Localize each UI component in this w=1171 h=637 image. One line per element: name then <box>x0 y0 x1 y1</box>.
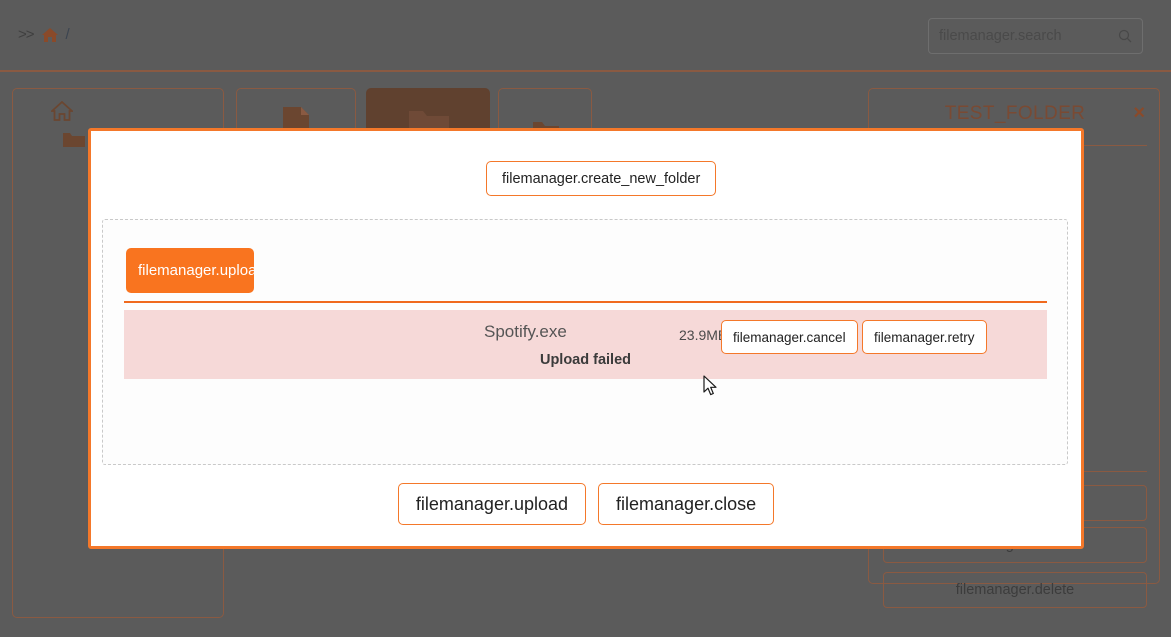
search-input[interactable]: filemanager.search <box>928 18 1143 54</box>
retry-upload-button[interactable]: filemanager.retry <box>862 320 987 354</box>
breadcrumb-separator: / <box>65 26 70 43</box>
panel-title: TEST_FOLDER <box>944 103 1086 124</box>
top-bar: >> / filemanager.search <box>0 0 1171 72</box>
modal-header: filemanager.create_new_folder <box>91 131 1081 213</box>
folder-icon <box>63 131 85 153</box>
breadcrumb-arrows: >> <box>18 26 35 43</box>
file-manager-screen: >> / filemanager.search TEST_FOLDER × fi… <box>0 0 1171 637</box>
create-new-folder-button[interactable]: filemanager.create_new_folder <box>486 161 717 196</box>
search-placeholder: filemanager.search <box>939 28 1062 44</box>
upload-dropzone[interactable]: filemanager.upload Spotify.exe 23.9MB fi… <box>102 219 1068 465</box>
home-icon <box>49 100 75 126</box>
upload-button[interactable]: filemanager.upload <box>397 483 587 525</box>
panel-button-delete[interactable]: filemanager.delete <box>883 572 1147 608</box>
home-icon[interactable] <box>41 27 59 43</box>
breadcrumb[interactable]: >> / <box>18 26 70 43</box>
upload-modal: filemanager.create_new_folder filemanage… <box>88 128 1084 549</box>
upload-file-row: Spotify.exe 23.9MB filemanager.cancel fi… <box>124 310 1047 379</box>
file-size: 23.9MB <box>679 327 728 343</box>
file-name: Spotify.exe <box>484 322 567 341</box>
close-button[interactable]: filemanager.close <box>598 483 775 525</box>
upload-status-text: Upload failed <box>539 352 632 368</box>
cancel-upload-button[interactable]: filemanager.cancel <box>721 320 858 354</box>
search-icon[interactable] <box>1118 29 1132 43</box>
upload-progress-bar <box>124 301 1047 303</box>
close-icon[interactable]: × <box>1133 103 1145 123</box>
modal-footer: filemanager.upload filemanager.close <box>91 483 1081 543</box>
choose-files-upload-button[interactable]: filemanager.upload <box>126 248 254 293</box>
